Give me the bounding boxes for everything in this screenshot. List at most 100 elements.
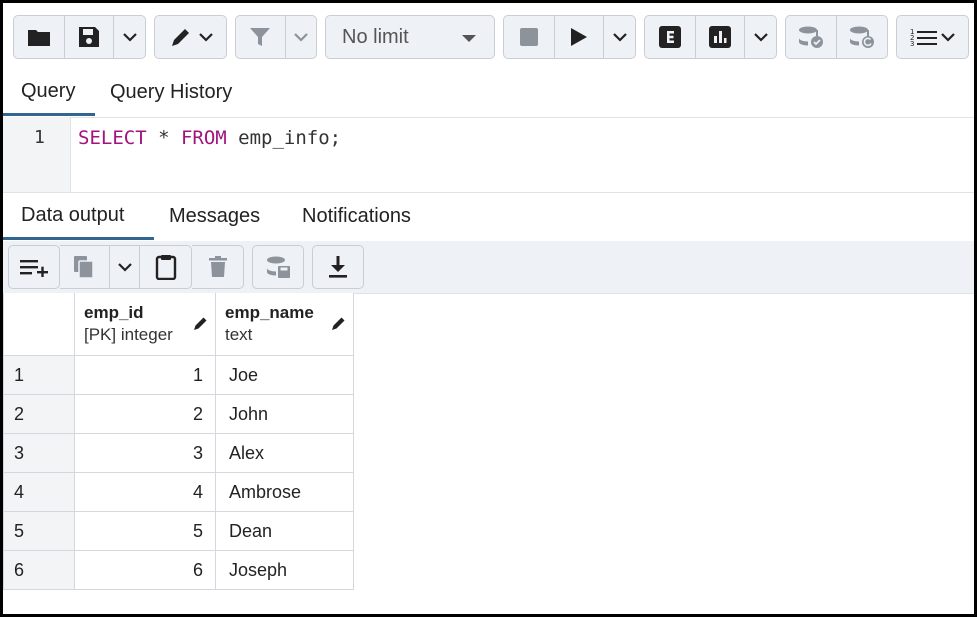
copy-button[interactable] xyxy=(60,246,110,288)
grid-corner[interactable] xyxy=(3,293,75,356)
column-type: text xyxy=(225,325,253,344)
tab-messages[interactable]: Messages xyxy=(169,193,260,240)
download-icon xyxy=(329,256,347,278)
row-number[interactable]: 2 xyxy=(3,395,75,434)
cell-emp-id[interactable]: 6 xyxy=(75,551,216,590)
macros-button[interactable]: 123 xyxy=(897,16,968,58)
edit-menu-button[interactable] xyxy=(155,16,226,58)
explain-button-group xyxy=(644,15,777,59)
filter-button-group xyxy=(235,15,317,59)
execute-button-group xyxy=(503,15,636,59)
row-number[interactable]: 3 xyxy=(3,434,75,473)
app-window: No limit 1 2 3 Query Query History 1 SEL… xyxy=(3,3,974,614)
line-number-gutter: 1 xyxy=(3,117,71,192)
copy-icon xyxy=(74,256,95,279)
commit-button[interactable] xyxy=(786,16,837,58)
row-number[interactable]: 6 xyxy=(3,551,75,590)
explain-analyze-icon xyxy=(709,26,732,48)
cell-emp-id[interactable]: 1 xyxy=(75,356,216,395)
rollback-button[interactable] xyxy=(837,16,887,58)
save-options-dropdown[interactable] xyxy=(114,16,145,58)
save-icon xyxy=(79,27,100,47)
tab-query-label: Query xyxy=(21,79,76,102)
cell-emp-name[interactable]: Alex xyxy=(216,434,354,473)
add-row-icon xyxy=(20,260,48,277)
pencil-icon xyxy=(171,29,189,46)
column-type: [PK] integer xyxy=(84,325,173,344)
stop-icon xyxy=(520,28,539,46)
filter-button[interactable] xyxy=(236,16,286,58)
execute-button[interactable] xyxy=(555,16,605,58)
explain-button[interactable] xyxy=(645,16,697,58)
query-tabs: Query Query History xyxy=(3,69,974,118)
copy-paste-group xyxy=(60,245,192,289)
file-button-group xyxy=(13,15,146,59)
chevron-down-icon xyxy=(198,33,213,42)
cell-emp-id[interactable]: 2 xyxy=(75,395,216,434)
limit-select-value: No limit xyxy=(342,25,409,48)
column-header-emp-name[interactable]: emp_name text xyxy=(216,293,354,356)
sql-editor[interactable]: 1 SELECT * FROM emp_info; xyxy=(3,117,974,193)
open-file-button[interactable] xyxy=(14,16,66,58)
filter-options-dropdown[interactable] xyxy=(286,16,316,58)
result-tabs: Data output Messages Notifications xyxy=(3,193,974,242)
column-header-emp-id[interactable]: emp_id [PK] integer xyxy=(75,293,216,356)
pencil-icon xyxy=(332,317,345,330)
macros-button-group: 123 xyxy=(896,15,969,59)
cell-emp-name[interactable]: Joe xyxy=(216,356,354,395)
chevron-down-icon xyxy=(612,33,627,42)
rollback-icon xyxy=(850,26,874,48)
cell-emp-id[interactable]: 4 xyxy=(75,473,216,512)
tab-data-output[interactable]: Data output xyxy=(3,193,154,240)
explain-analyze-button[interactable] xyxy=(696,16,746,58)
row-number[interactable]: 5 xyxy=(3,512,75,551)
query-toolbar: No limit 1 2 3 xyxy=(3,3,974,69)
sql-table-name: emp_info; xyxy=(226,127,342,149)
cell-emp-name[interactable]: Joseph xyxy=(216,551,354,590)
caret-down-icon xyxy=(462,35,476,42)
tab-notifications-label: Notifications xyxy=(302,205,411,227)
filter-icon xyxy=(250,28,271,46)
sql-keyword-from: FROM xyxy=(180,127,227,149)
row-number[interactable]: 4 xyxy=(3,473,75,512)
sql-star: * xyxy=(146,127,181,149)
chevron-down-icon xyxy=(753,33,768,42)
stop-button[interactable] xyxy=(504,16,556,58)
delete-group xyxy=(192,245,244,289)
trash-icon xyxy=(208,256,227,277)
tab-messages-label: Messages xyxy=(169,205,261,227)
add-row-button[interactable] xyxy=(9,246,59,288)
copy-options-dropdown[interactable] xyxy=(110,246,141,288)
cell-emp-name[interactable]: Ambrose xyxy=(216,473,354,512)
chevron-down-icon xyxy=(117,263,132,272)
limit-select[interactable]: No limit xyxy=(325,15,495,59)
save-data-changes-button[interactable] xyxy=(253,246,303,288)
tab-query-history[interactable]: Query History xyxy=(110,69,232,116)
chevron-down-icon xyxy=(294,33,308,42)
delete-row-button[interactable] xyxy=(192,246,243,288)
save-file-button[interactable] xyxy=(65,16,115,58)
execute-options-dropdown[interactable] xyxy=(604,16,635,58)
download-button[interactable] xyxy=(313,246,363,288)
cell-emp-name[interactable]: John xyxy=(216,395,354,434)
edit-button-group xyxy=(154,15,227,59)
sql-code-line[interactable]: SELECT * FROM emp_info; xyxy=(78,127,341,149)
cell-emp-id[interactable]: 3 xyxy=(75,434,216,473)
row-number[interactable]: 1 xyxy=(3,356,75,395)
play-icon xyxy=(571,28,588,46)
results-toolbar xyxy=(3,241,974,294)
tab-notifications[interactable]: Notifications xyxy=(302,193,411,240)
line-number: 1 xyxy=(34,127,45,148)
cell-emp-name[interactable]: Dean xyxy=(216,512,354,551)
tab-data-output-label: Data output xyxy=(21,203,125,226)
add-row-group xyxy=(8,245,60,289)
paste-button[interactable] xyxy=(140,246,191,288)
sql-keyword-select: SELECT xyxy=(78,127,147,149)
tab-query[interactable]: Query xyxy=(3,69,95,116)
explain-options-dropdown[interactable] xyxy=(745,16,776,58)
column-name: emp_id xyxy=(84,303,144,322)
cell-emp-id[interactable]: 5 xyxy=(75,512,216,551)
commit-icon xyxy=(799,26,823,48)
explain-icon xyxy=(659,26,682,48)
transaction-button-group xyxy=(785,15,888,59)
